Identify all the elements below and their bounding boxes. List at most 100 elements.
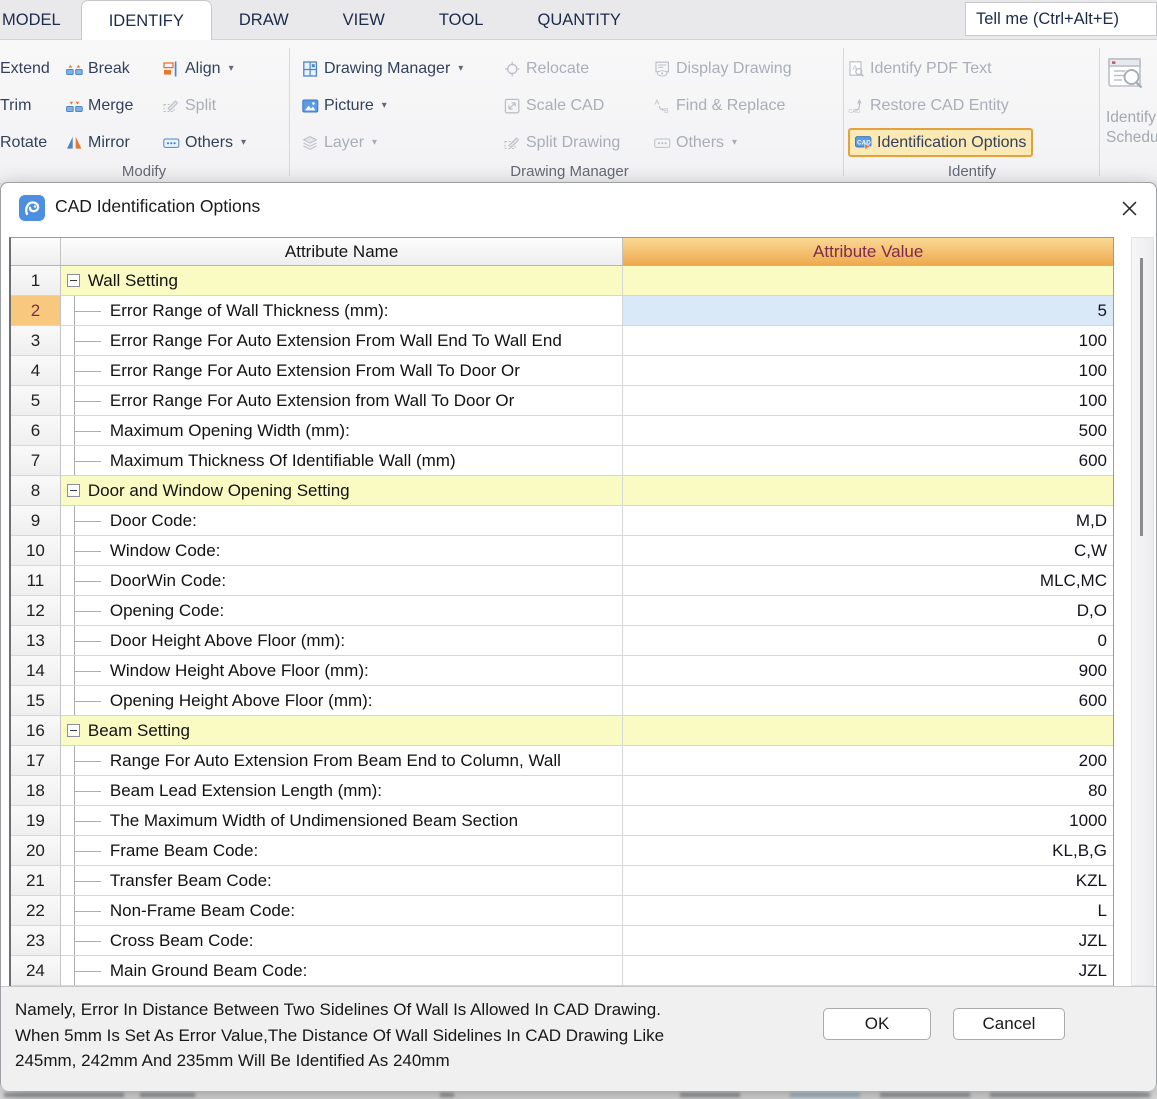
row-number[interactable]: 3 — [11, 326, 61, 356]
attribute-name-cell[interactable]: Error Range of Wall Thickness (mm): — [61, 296, 623, 326]
identification-options-button[interactable]: CADIdentification Options — [848, 128, 1033, 157]
attribute-value-cell[interactable]: KL,B,G — [623, 836, 1113, 866]
attribute-name-cell[interactable]: Frame Beam Code: — [61, 836, 623, 866]
attribute-name-header[interactable]: Attribute Name — [61, 238, 623, 266]
attribute-name-cell[interactable]: Error Range For Auto Extension From Wall… — [61, 356, 623, 386]
row-number[interactable]: 19 — [11, 806, 61, 836]
rotate-button[interactable]: Rotate — [0, 130, 50, 155]
tab-model[interactable]: MODEL — [0, 0, 81, 40]
row-number[interactable]: 12 — [11, 596, 61, 626]
tab-quantity[interactable]: QUANTITY — [510, 0, 647, 40]
attribute-value-cell[interactable]: 0 — [623, 626, 1113, 656]
mirror-button[interactable]: Mirror — [66, 130, 133, 155]
attribute-name-cell[interactable]: Door Height Above Floor (mm): — [61, 626, 623, 656]
row-number[interactable]: 8 — [11, 476, 61, 506]
attribute-value-cell[interactable]: 100 — [623, 386, 1113, 416]
attribute-value-cell[interactable] — [623, 266, 1113, 296]
merge-button[interactable]: Merge — [66, 93, 133, 118]
attribute-name-cell[interactable]: Beam Lead Extension Length (mm): — [61, 776, 623, 806]
row-number[interactable]: 23 — [11, 926, 61, 956]
row-number[interactable]: 13 — [11, 626, 61, 656]
row-number[interactable]: 17 — [11, 746, 61, 776]
align-button[interactable]: Align▾ — [163, 56, 246, 81]
attribute-name-cell[interactable]: Door and Window Opening Setting — [61, 476, 623, 506]
picture-button[interactable]: Picture▾ — [302, 93, 463, 118]
row-number[interactable]: 15 — [11, 686, 61, 716]
attribute-value-cell[interactable]: 1000 — [623, 806, 1113, 836]
attribute-name-cell[interactable]: Maximum Opening Width (mm): — [61, 416, 623, 446]
row-number[interactable]: 9 — [11, 506, 61, 536]
row-number[interactable]: 18 — [11, 776, 61, 806]
close-icon[interactable] — [1118, 197, 1140, 219]
tab-draw[interactable]: DRAW — [212, 0, 316, 40]
attribute-value-cell[interactable]: 80 — [623, 776, 1113, 806]
tell-me-search[interactable]: Tell me (Ctrl+Alt+E) — [965, 2, 1157, 36]
collapse-icon[interactable] — [67, 724, 80, 737]
attribute-value-cell[interactable]: 600 — [623, 686, 1113, 716]
attribute-name-cell[interactable]: DoorWin Code: — [61, 566, 623, 596]
attribute-value-cell[interactable]: D,O — [623, 596, 1113, 626]
tab-view[interactable]: VIEW — [316, 0, 412, 40]
attribute-value-cell[interactable]: JZL — [623, 956, 1113, 986]
attribute-name-cell[interactable]: Window Code: — [61, 536, 623, 566]
drawing-manager-button[interactable]: Drawing Manager▾ — [302, 56, 463, 81]
attribute-name-cell[interactable]: Transfer Beam Code: — [61, 866, 623, 896]
row-number[interactable]: 1 — [11, 266, 61, 296]
attribute-value-cell[interactable]: MLC,MC — [623, 566, 1113, 596]
attribute-name-cell[interactable]: The Maximum Width of Undimensioned Beam … — [61, 806, 623, 836]
collapse-icon[interactable] — [67, 484, 80, 497]
attribute-name-cell[interactable]: Cross Beam Code: — [61, 926, 623, 956]
collapse-icon[interactable] — [67, 274, 80, 287]
trim-button[interactable]: Trim — [0, 93, 50, 118]
attribute-name-cell[interactable]: Opening Height Above Floor (mm): — [61, 686, 623, 716]
attribute-value-cell[interactable]: L — [623, 896, 1113, 926]
attribute-value-cell[interactable] — [623, 476, 1113, 506]
row-number[interactable]: 22 — [11, 896, 61, 926]
row-number[interactable]: 24 — [11, 956, 61, 986]
tab-tool[interactable]: TOOL — [412, 0, 511, 40]
attribute-name-cell[interactable]: Error Range For Auto Extension From Wall… — [61, 326, 623, 356]
attribute-name-cell[interactable]: Range For Auto Extension From Beam End t… — [61, 746, 623, 776]
tab-identify[interactable]: IDENTIFY — [81, 0, 212, 40]
scrollbar-thumb[interactable] — [1140, 258, 1143, 536]
cancel-button[interactable]: Cancel — [953, 1008, 1065, 1040]
attribute-value-cell[interactable]: 100 — [623, 326, 1113, 356]
attribute-value-header[interactable]: Attribute Value — [623, 238, 1113, 266]
attribute-value-cell[interactable]: 500 — [623, 416, 1113, 446]
attribute-value-cell[interactable]: M,D — [623, 506, 1113, 536]
row-number[interactable]: 20 — [11, 836, 61, 866]
row-number[interactable]: 21 — [11, 866, 61, 896]
row-number[interactable]: 7 — [11, 446, 61, 476]
extend-button[interactable]: Extend — [0, 56, 50, 81]
ok-button[interactable]: OK — [823, 1008, 931, 1040]
row-number[interactable]: 16 — [11, 716, 61, 746]
attribute-name-cell[interactable]: Error Range For Auto Extension from Wall… — [61, 386, 623, 416]
attribute-value-cell[interactable] — [623, 716, 1113, 746]
table-scrollbar[interactable] — [1131, 237, 1154, 986]
attribute-value-cell[interactable]: JZL — [623, 926, 1113, 956]
row-number[interactable]: 5 — [11, 386, 61, 416]
attribute-name-cell[interactable]: Window Height Above Floor (mm): — [61, 656, 623, 686]
attribute-value-cell[interactable]: 900 — [623, 656, 1113, 686]
attribute-name-cell[interactable]: Main Ground Beam Code: — [61, 956, 623, 986]
row-number[interactable]: 11 — [11, 566, 61, 596]
attribute-value-cell[interactable]: 600 — [623, 446, 1113, 476]
attribute-name-cell[interactable]: Opening Code: — [61, 596, 623, 626]
attribute-name-cell[interactable]: Wall Setting — [61, 266, 623, 296]
attribute-value-cell[interactable]: C,W — [623, 536, 1113, 566]
attribute-value-cell[interactable]: KZL — [623, 866, 1113, 896]
row-number[interactable]: 14 — [11, 656, 61, 686]
row-number[interactable]: 4 — [11, 356, 61, 386]
row-number[interactable]: 6 — [11, 416, 61, 446]
attribute-name-cell[interactable]: Non-Frame Beam Code: — [61, 896, 623, 926]
others-button[interactable]: Others▾ — [163, 130, 246, 155]
attribute-value-cell[interactable]: 100 — [623, 356, 1113, 386]
row-number[interactable]: 2 — [11, 296, 61, 326]
attribute-value-cell[interactable]: 5 — [623, 296, 1113, 326]
dialog-title-bar[interactable]: CAD Identification Options — [1, 183, 1156, 233]
attribute-value-cell[interactable]: 200 — [623, 746, 1113, 776]
attribute-name-cell[interactable]: Door Code: — [61, 506, 623, 536]
row-number[interactable]: 10 — [11, 536, 61, 566]
break-button[interactable]: Break — [66, 56, 133, 81]
attribute-name-cell[interactable]: Beam Setting — [61, 716, 623, 746]
